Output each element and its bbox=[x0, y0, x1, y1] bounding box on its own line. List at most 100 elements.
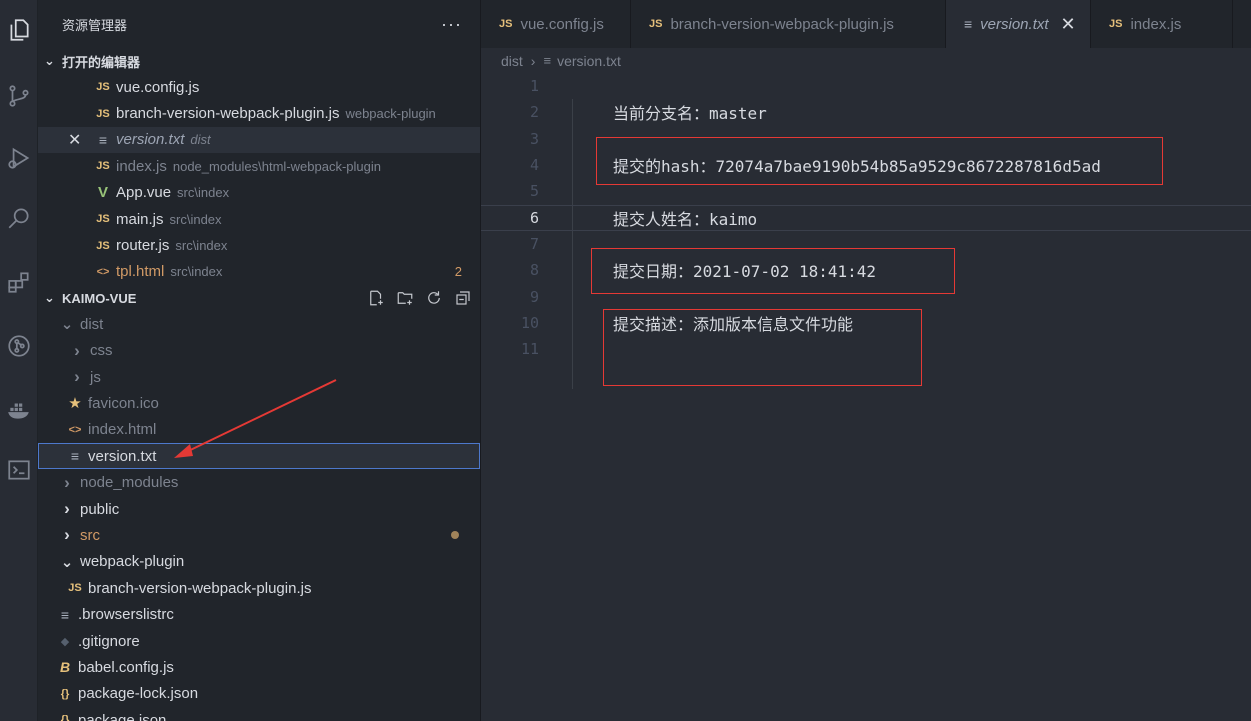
breadcrumb-folder[interactable]: dist bbox=[501, 53, 523, 69]
open-editor-item[interactable]: JS main.js src\index bbox=[38, 206, 480, 232]
tree-file-package-lock[interactable]: {} package-lock.json bbox=[38, 681, 480, 707]
text-file-icon: ≡ bbox=[964, 16, 973, 32]
folder-name: src bbox=[80, 526, 100, 544]
vue-file-icon: V bbox=[97, 184, 108, 202]
text-file-icon: ≡ bbox=[543, 53, 552, 68]
tab-version-txt[interactable]: ≡ version.txt ✕ bbox=[946, 0, 1091, 48]
open-editor-item-active[interactable]: ✕ ≡ version.txt dist bbox=[38, 126, 480, 154]
tree-file-browserslistrc[interactable]: ≡ .browserslistrc bbox=[38, 601, 480, 627]
line-number: 8 bbox=[529, 261, 539, 280]
source-control-icon[interactable] bbox=[0, 76, 38, 116]
breadcrumb-file[interactable]: version.txt bbox=[557, 53, 621, 69]
tree-file-package-json[interactable]: {} package.json bbox=[38, 707, 480, 721]
modified-dot bbox=[451, 531, 459, 540]
tab-branch-plugin[interactable]: JS branch-version-webpack-plugin.js bbox=[631, 0, 946, 48]
tree-folder-node-modules[interactable]: › node_modules bbox=[38, 469, 480, 495]
tree-file-branch-plugin[interactable]: JS branch-version-webpack-plugin.js bbox=[38, 575, 480, 601]
star-icon: ★ bbox=[68, 395, 82, 413]
new-file-icon[interactable] bbox=[366, 289, 385, 308]
javascript-file-icon: JS bbox=[96, 81, 110, 94]
file-path: webpack-plugin bbox=[345, 106, 436, 122]
html-file-icon: <> bbox=[68, 423, 82, 436]
more-actions-icon[interactable]: ··· bbox=[441, 14, 462, 35]
open-editor-item[interactable]: JS vue.config.js bbox=[38, 74, 480, 100]
tree-file-index-html[interactable]: <> index.html bbox=[38, 417, 480, 443]
collapse-all-icon[interactable] bbox=[453, 289, 472, 308]
explorer-icon[interactable] bbox=[0, 10, 38, 50]
line-number: 11 bbox=[520, 340, 539, 359]
file-name: index.js bbox=[116, 157, 167, 175]
line-number: 9 bbox=[529, 287, 539, 306]
file-name: favicon.ico bbox=[88, 394, 159, 412]
project-section[interactable]: ⌄ KAIMO-VUE bbox=[38, 285, 480, 311]
tree-file-gitignore[interactable]: ◆ .gitignore bbox=[38, 628, 480, 654]
line-number: 6 bbox=[529, 208, 539, 227]
file-name: package-lock.json bbox=[78, 685, 199, 703]
chevron-right-icon: › bbox=[74, 340, 80, 360]
chevron-down-icon: ⌄ bbox=[44, 290, 55, 306]
tree-folder-public[interactable]: › public bbox=[38, 496, 480, 522]
tab-index-js[interactable]: JS index.js bbox=[1091, 0, 1233, 48]
project-heading: KAIMO-VUE bbox=[62, 290, 137, 306]
tab-label: branch-version-webpack-plugin.js bbox=[670, 15, 894, 33]
tree-file-favicon[interactable]: ★ favicon.ico bbox=[38, 390, 480, 416]
tree-folder-css[interactable]: › css bbox=[38, 338, 480, 364]
new-folder-icon[interactable] bbox=[395, 289, 414, 308]
file-name: vue.config.js bbox=[116, 78, 200, 96]
git-graph-icon[interactable] bbox=[0, 326, 38, 366]
chevron-right-icon: › bbox=[64, 499, 70, 519]
file-name: package.json bbox=[78, 711, 167, 721]
explorer-header: 资源管理器 ··· bbox=[38, 0, 480, 48]
open-editor-item[interactable]: V App.vue src\index bbox=[38, 180, 480, 206]
close-icon[interactable]: ✕ bbox=[1061, 14, 1076, 35]
line-number: 5 bbox=[529, 182, 539, 201]
explorer-sidebar: 资源管理器 ··· ⌄ 打开的编辑器 JS vue.config.js JS b… bbox=[38, 0, 481, 721]
file-name: App.vue bbox=[116, 184, 172, 202]
run-debug-icon[interactable] bbox=[0, 138, 38, 178]
editor-line: 1 bbox=[481, 73, 1251, 99]
refresh-icon[interactable] bbox=[424, 289, 443, 308]
tree-folder-js[interactable]: › js bbox=[38, 364, 480, 390]
json-file-icon: {} bbox=[60, 714, 70, 721]
folder-name: js bbox=[90, 368, 101, 386]
folder-name: webpack-plugin bbox=[80, 553, 185, 571]
open-editors-section[interactable]: ⌄ 打开的编辑器 bbox=[38, 48, 480, 74]
line-number: 7 bbox=[529, 234, 539, 253]
text-file-icon: ≡ bbox=[70, 448, 80, 465]
tree-folder-dist[interactable]: ⌄ dist bbox=[38, 311, 480, 337]
search-icon[interactable] bbox=[0, 198, 38, 238]
tree-folder-webpack-plugin[interactable]: ⌄ webpack-plugin bbox=[38, 549, 480, 575]
chevron-down-icon: ⌄ bbox=[60, 553, 74, 571]
line-number: 4 bbox=[529, 156, 539, 175]
open-editor-item[interactable]: JS branch-version-webpack-plugin.js webp… bbox=[38, 100, 480, 126]
chevron-down-icon: ⌄ bbox=[60, 316, 74, 334]
docker-icon[interactable] bbox=[0, 390, 38, 430]
tree-folder-src[interactable]: › src bbox=[38, 522, 480, 548]
terminal-icon[interactable] bbox=[0, 450, 38, 490]
tab-vue-config[interactable]: JS vue.config.js bbox=[481, 0, 631, 48]
file-name: main.js bbox=[116, 210, 164, 228]
open-editor-item[interactable]: <> tpl.html src\index 2 bbox=[38, 259, 480, 285]
file-name: .gitignore bbox=[78, 632, 140, 650]
open-editor-item[interactable]: JS index.js node_modules\html-webpack-pl… bbox=[38, 153, 480, 179]
tab-label: version.txt bbox=[980, 15, 1049, 33]
tree-file-babel-config[interactable]: B babel.config.js bbox=[38, 654, 480, 680]
line-number: 3 bbox=[529, 129, 539, 148]
file-path: src\index bbox=[169, 211, 222, 227]
html-file-icon: <> bbox=[96, 265, 110, 278]
javascript-file-icon: JS bbox=[96, 160, 110, 173]
highlight-box-date bbox=[591, 248, 955, 294]
line-number: 2 bbox=[529, 103, 539, 122]
extensions-icon[interactable] bbox=[0, 262, 38, 302]
javascript-file-icon: JS bbox=[96, 213, 110, 226]
close-icon[interactable]: ✕ bbox=[68, 130, 92, 150]
tab-label: vue.config.js bbox=[520, 15, 604, 33]
folder-name: node_modules bbox=[80, 474, 179, 492]
tree-file-version-txt-selected[interactable]: ≡ version.txt bbox=[38, 443, 480, 470]
open-editors-heading: 打开的编辑器 bbox=[62, 54, 141, 70]
code-editor[interactable]: 1 2 当前分支名：master 3 4 提交的hash：72074a7bae9… bbox=[481, 73, 1251, 721]
file-name: babel.config.js bbox=[78, 658, 174, 676]
git-file-icon: ◆ bbox=[60, 635, 70, 648]
open-editor-item[interactable]: JS router.js src\index bbox=[38, 232, 480, 258]
line-number: 10 bbox=[520, 313, 539, 332]
